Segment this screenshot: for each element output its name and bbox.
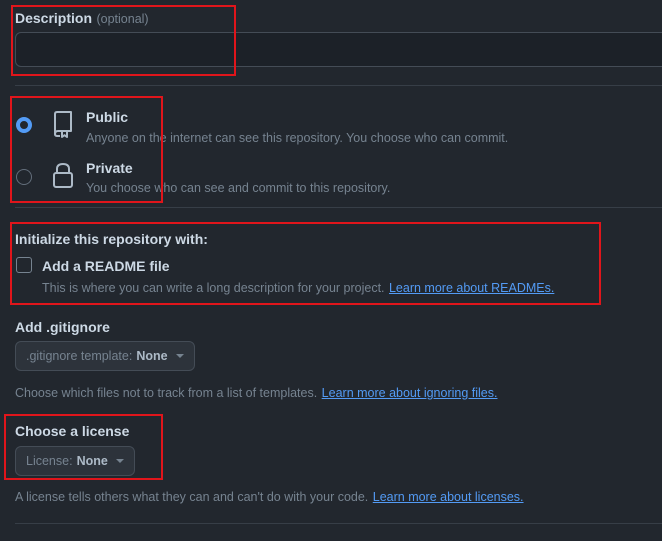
license-desc-row: A license tells others what they can and… — [15, 488, 524, 506]
divider-1 — [15, 85, 662, 86]
divider-2 — [15, 207, 662, 208]
chevron-down-icon — [175, 354, 184, 358]
highlight-visibility — [10, 96, 163, 203]
highlight-license — [4, 414, 163, 480]
gitignore-learn-more-link[interactable]: Learn more about ignoring files. — [322, 386, 498, 400]
divider-3 — [15, 523, 662, 524]
gitignore-desc: Choose which files not to track from a l… — [15, 386, 318, 400]
gitignore-select-value: None — [136, 349, 168, 363]
license-desc: A license tells others what they can and… — [15, 490, 369, 504]
gitignore-desc-row: Choose which files not to track from a l… — [15, 384, 497, 402]
gitignore-select-prefix: .gitignore template: — [26, 349, 133, 363]
highlight-description — [11, 5, 236, 76]
gitignore-heading: Add .gitignore — [15, 319, 110, 335]
highlight-initialize — [10, 222, 601, 305]
gitignore-template-select[interactable]: .gitignore template: None — [15, 341, 195, 371]
license-learn-more-link[interactable]: Learn more about licenses. — [373, 490, 524, 504]
